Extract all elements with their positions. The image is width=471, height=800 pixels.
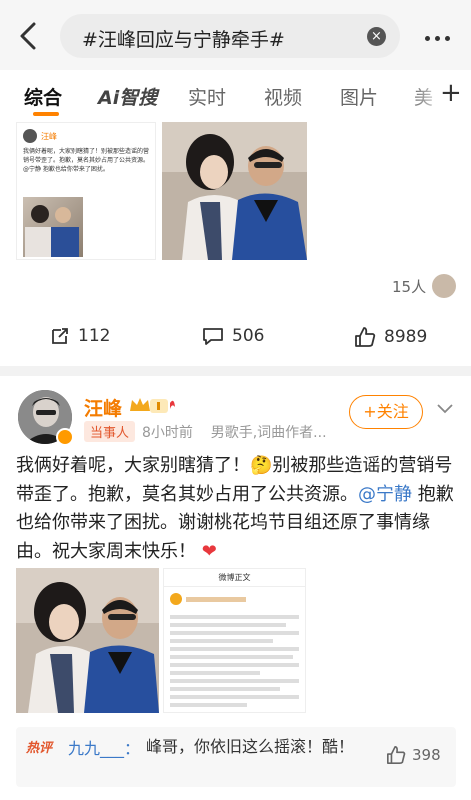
comment-text: 峰哥，你依旧这么摇滚！酷！: [146, 737, 355, 756]
vip-crown-icon: [130, 398, 175, 413]
tab-realtime[interactable]: 实时: [188, 83, 226, 110]
tab-images[interactable]: 图片: [340, 83, 378, 110]
like-button[interactable]: 8989: [354, 326, 427, 348]
comment-button[interactable]: 506: [202, 326, 264, 346]
feed-separator: [0, 366, 471, 376]
tab-comprehensive[interactable]: 综合: [24, 83, 62, 110]
thumbs-up-icon: [387, 746, 406, 764]
search-tabs: 综合 Ai智搜 实时 视频 图片 美 +: [0, 70, 471, 122]
repost-button[interactable]: 112: [50, 326, 110, 346]
more-options-icon[interactable]: [425, 26, 461, 44]
clear-search-icon[interactable]: ×: [367, 27, 386, 46]
add-tab-icon[interactable]: +: [440, 78, 462, 108]
author-bio: 男歌手,词曲作者...: [210, 425, 327, 441]
post-action-bar: 112 506 8989: [0, 318, 471, 358]
repost-icon: [52, 328, 68, 344]
author-name[interactable]: 汪峰: [84, 394, 122, 421]
follow-button[interactable]: +关注: [349, 395, 423, 429]
repost-count: 112: [78, 326, 111, 346]
likers-count[interactable]: 15人: [392, 276, 426, 297]
post-body: 我俩好着呢，大家别瞎猜了！🤔别被那些造谣的营销号带歪了。抱歉，莫名其妙占用了公共…: [16, 452, 460, 566]
embedded-post-screenshot[interactable]: 汪峰 我俩好着呢，大家别瞎猜了！别被那些造谣的营销号带歪了。抱歉，莫名其妙占用了…: [16, 122, 156, 260]
comment-like-button[interactable]: 398: [386, 745, 441, 765]
hot-comment-tag: 热评: [26, 741, 53, 756]
chevron-down-icon[interactable]: [437, 404, 453, 414]
active-tab-indicator: [33, 112, 59, 116]
back-arrow-icon[interactable]: [14, 20, 42, 52]
mention-link[interactable]: @宁静: [358, 484, 412, 505]
post-time: 8小时前: [142, 425, 193, 441]
comment-icon: [203, 328, 223, 345]
post-screenshot-image[interactable]: 微博正文: [163, 568, 306, 713]
search-query[interactable]: #汪峰回应与宁静牵手#: [82, 25, 285, 52]
screenshot-title: 微博正文: [164, 569, 305, 587]
mini-post-text: 我俩好着呢，大家别瞎猜了！别被那些造谣的营销号带歪了。抱歉，莫名其妙占用了公共资…: [23, 148, 150, 173]
heart-icon: ❤: [196, 540, 217, 562]
top-bar: #汪峰回应与宁静牵手# ×: [0, 0, 471, 70]
search-bar[interactable]: #汪峰回应与宁静牵手# ×: [60, 14, 400, 58]
tab-ai-search[interactable]: Ai智搜: [98, 83, 157, 110]
post-meta: 8小时前 男歌手,词曲作者...: [142, 422, 327, 442]
thumbs-up-icon: [355, 327, 376, 347]
party-involved-badge: 当事人: [84, 421, 136, 442]
liker-avatar: [432, 274, 456, 298]
tab-video[interactable]: 视频: [264, 83, 302, 110]
couple-photo[interactable]: [162, 122, 307, 260]
comment-like-count: 398: [412, 746, 441, 764]
verified-badge-icon: [56, 428, 74, 446]
mini-post-author: 汪峰: [41, 131, 57, 141]
post-photo[interactable]: [16, 568, 159, 713]
hot-comment[interactable]: 热评 九九___： 峰哥，你依旧这么摇滚！酷！ 398: [16, 727, 456, 787]
comment-count: 506: [232, 326, 265, 346]
like-count: 8989: [384, 327, 428, 347]
